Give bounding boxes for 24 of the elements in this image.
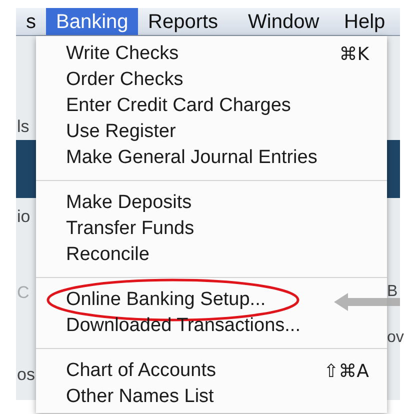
background-text: io [17,206,32,228]
background-text: C [17,282,30,304]
background-text: B [387,282,399,302]
background-text: ls [17,116,30,138]
menu-item[interactable]: Make Deposits [66,188,192,218]
menu-item[interactable]: Transfer Funds [66,214,194,244]
menu-item[interactable]: Enter Credit Card Charges [66,92,291,120]
background-text: ov [387,328,404,348]
menu-item[interactable]: Write Checks [66,40,179,68]
menu-item[interactable]: Downloaded Transactions... [66,312,300,340]
menu-item[interactable]: Use Register [66,118,176,146]
menu-item[interactable]: Make General Journal Entries [66,144,318,172]
menu-item[interactable]: Chart of Accounts [66,356,216,386]
menu-item[interactable]: Reconcile [66,240,150,270]
shortcut-text: ⌘K [339,42,369,66]
menu-bar-item[interactable]: Banking [46,8,138,35]
menu-bar-item[interactable]: Window [238,8,334,35]
shortcut-text: ⇧⌘A [324,360,369,384]
menu-item[interactable]: Other Names List [66,382,214,412]
background-text: osi [17,364,36,386]
menu-bar-item[interactable]: s [16,8,46,35]
menu-bar-item[interactable]: Help [334,8,400,35]
menu-item[interactable]: Order Checks [66,66,184,94]
menu-bar-item[interactable]: Reports [138,8,238,35]
